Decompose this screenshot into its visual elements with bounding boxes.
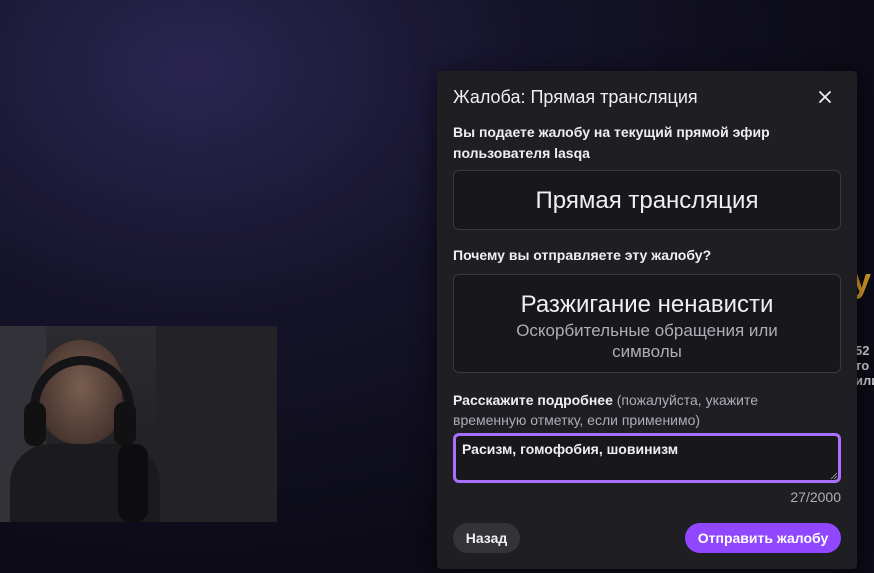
page-background: у 52 то или Жалоба: Прямая трансляция Вы… <box>0 0 874 573</box>
reason-subtitle: Оскорбительные обращения или символы <box>516 321 778 361</box>
report-dialog: Жалоба: Прямая трансляция Вы подаете жал… <box>437 71 857 569</box>
character-counter: 27/2000 <box>790 489 841 505</box>
dialog-title: Жалоба: Прямая трансляция <box>453 87 698 107</box>
headphone-left-cup <box>24 402 46 446</box>
submit-report-button[interactable]: Отправить жалобу <box>685 523 841 553</box>
back-button[interactable]: Назад <box>453 523 520 553</box>
microphone <box>118 444 148 522</box>
details-textarea[interactable]: Расизм, гомофобия, шовинизм <box>453 433 841 483</box>
reason-selector[interactable]: Разжигание ненависти Оскорбительные обра… <box>453 274 841 373</box>
resize-handle-icon[interactable] <box>830 472 838 480</box>
stream-video-thumbnail[interactable] <box>0 326 277 522</box>
background-text-fragment: то <box>855 358 870 373</box>
details-label: Расскажите подробнее (пожалуйста, укажит… <box>453 390 793 430</box>
close-icon <box>819 91 831 103</box>
content-type-value: Прямая трансляция <box>535 187 759 214</box>
details-label-bold: Расскажите подробнее <box>453 392 613 408</box>
background-text-fragment: или <box>855 373 874 388</box>
content-type-selector[interactable]: Прямая трансляция <box>453 170 841 230</box>
close-button[interactable] <box>811 83 839 111</box>
report-description: Вы подаете жалобу на текущий прямой эфир… <box>453 124 770 161</box>
background-text-fragment: 52 <box>855 343 870 358</box>
background-wall <box>156 326 277 522</box>
reason-title: Разжигание ненависти <box>520 291 774 318</box>
reason-question: Почему вы отправляете эту жалобу? <box>453 247 712 263</box>
headphone-right-cup <box>114 402 136 446</box>
